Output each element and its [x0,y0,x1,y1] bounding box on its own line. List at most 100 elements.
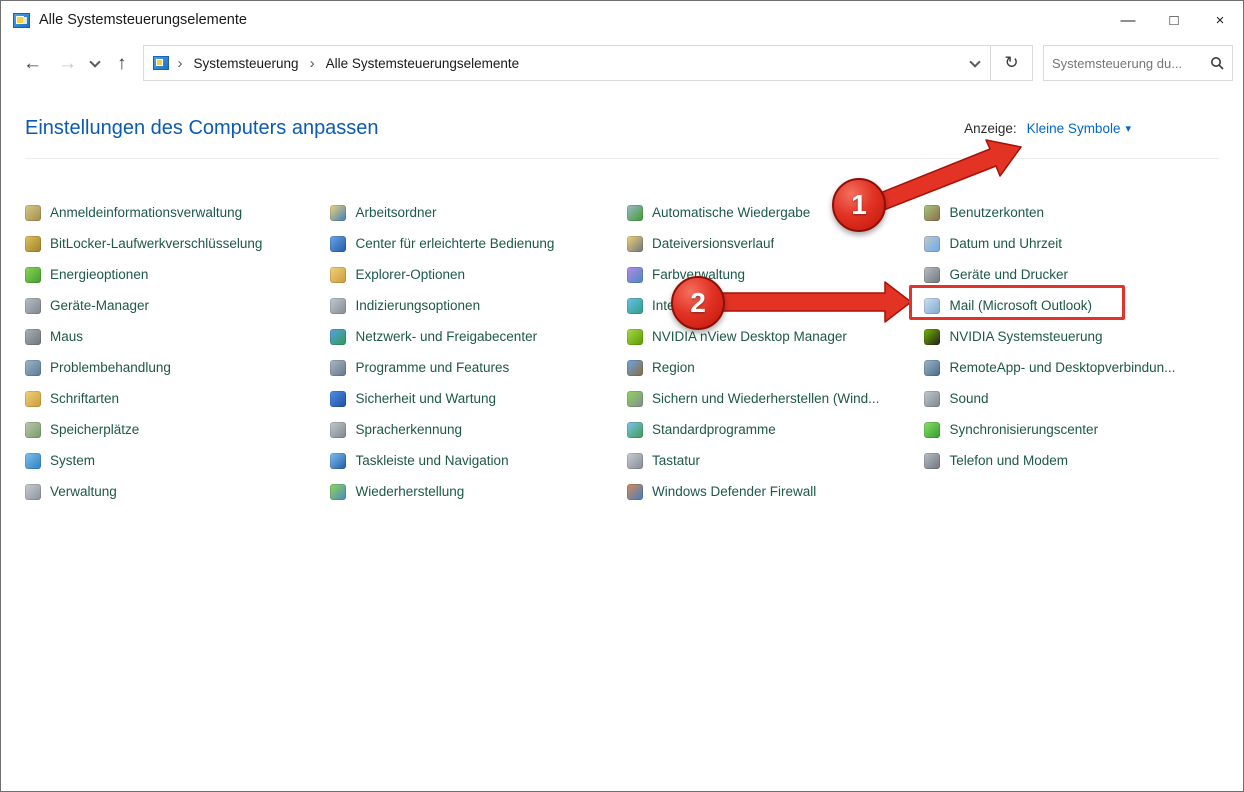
recent-pages-chevron-icon[interactable] [89,56,100,67]
cp-item-admin-tools[interactable]: Verwaltung [25,476,330,507]
cp-item-label: Speicherplätze [50,422,139,437]
cp-item-label: Explorer-Optionen [355,267,465,282]
cp-item-credential-manager[interactable]: Anmeldeinformationsverwaltung [25,197,330,228]
control-panel-icon [13,13,30,28]
control-panel-window: Alle Systemsteuerungselemente — □ × ← → … [0,0,1244,792]
close-button[interactable]: × [1197,1,1243,39]
view-by-label: Anzeige: [964,121,1017,136]
up-icon[interactable]: ↑ [109,54,135,73]
breadcrumb-control-panel-icon [153,56,169,70]
cp-item-taskbar-navigation[interactable]: Taskleiste und Navigation [330,445,627,476]
cp-item-nvidia-nview[interactable]: NVIDIA nView Desktop Manager [627,321,925,352]
address-dropdown-chevron-icon[interactable] [960,46,990,80]
cp-item-label: Sound [949,391,988,406]
cp-item-color-management[interactable]: Farbverwaltung [627,259,925,290]
network-sharing-icon [330,329,346,345]
cp-item-security-maintenance[interactable]: Sicherheit und Wartung [330,383,627,414]
breadcrumb-separator-icon: › [169,55,192,72]
cp-item-bitlocker[interactable]: BitLocker-Laufwerkverschlüsselung [25,228,330,259]
search-input[interactable] [1052,56,1210,71]
cp-item-label: Farbverwaltung [652,267,745,282]
maximize-button[interactable]: □ [1151,1,1197,39]
cp-item-speech-recognition[interactable]: Spracherkennung [330,414,627,445]
recovery-icon [330,484,346,500]
indexing-options-icon [330,298,346,314]
cp-item-device-manager[interactable]: Geräte-Manager [25,290,330,321]
device-manager-icon [25,298,41,314]
cp-item-devices-printers[interactable]: Geräte und Drucker [924,259,1219,290]
cp-item-file-history[interactable]: Dateiversionsverlauf [627,228,925,259]
cp-item-label: Taskleiste und Navigation [355,453,508,468]
cp-item-recovery[interactable]: Wiederherstellung [330,476,627,507]
cp-item-label: Geräte und Drucker [949,267,1068,282]
cp-item-backup-restore[interactable]: Sichern und Wiederherstellen (Wind... [627,383,925,414]
cp-item-work-folders[interactable]: Arbeitsordner [330,197,627,228]
window-title: Alle Systemsteuerungselemente [39,12,247,28]
cp-item-power-options[interactable]: Energieoptionen [25,259,330,290]
cp-item-region[interactable]: Region [627,352,925,383]
cp-item-label: Netzwerk- und Freigabecenter [355,329,537,344]
speech-recognition-icon [330,422,346,438]
cp-item-system[interactable]: System [25,445,330,476]
cp-item-explorer-options[interactable]: Explorer-Optionen [330,259,627,290]
sync-center-icon [924,422,940,438]
region-icon [627,360,643,376]
items-column-4: Benutzerkonten Datum und Uhrzeit Geräte un… [924,197,1219,507]
forward-icon[interactable]: → [50,54,85,73]
cp-item-fonts[interactable]: Schriftarten [25,383,330,414]
power-options-icon [25,267,41,283]
view-by-value[interactable]: Kleine Symbole [1027,121,1121,136]
breadcrumb-alle-systemsteuerungselemente[interactable]: Alle Systemsteuerungselemente [324,48,522,79]
user-accounts-icon [924,205,940,221]
cp-item-label: Automatische Wiedergabe [652,205,810,220]
minimize-button[interactable]: — [1105,1,1151,39]
cp-item-label: Tastatur [652,453,700,468]
breadcrumb-systemsteuerung[interactable]: Systemsteuerung [192,48,301,79]
address-bar[interactable]: › Systemsteuerung › Alle Systemsteuerung… [143,45,1034,81]
cp-item-label: Telefon und Modem [949,453,1068,468]
cp-item-user-accounts[interactable]: Benutzerkonten [924,197,1219,228]
cp-item-label: Programme und Features [355,360,509,375]
cp-item-keyboard[interactable]: Tastatur [627,445,925,476]
cp-item-ease-of-access[interactable]: Center für erleichterte Bedienung [330,228,627,259]
cp-item-internet-options[interactable]: Internetoptionen [627,290,925,321]
cp-item-label: Dateiversionsverlauf [652,236,774,251]
credential-manager-icon [25,205,41,221]
cp-item-phone-modem[interactable]: Telefon und Modem [924,445,1219,476]
cp-item-label: Sicherheit und Wartung [355,391,496,406]
cp-item-indexing-options[interactable]: Indizierungsoptionen [330,290,627,321]
cp-item-label: Datum und Uhrzeit [949,236,1062,251]
keyboard-icon [627,453,643,469]
view-by-dropdown-icon[interactable]: ▾ [1125,122,1131,135]
nvidia-nview-icon [627,329,643,345]
cp-item-label: Maus [50,329,83,344]
cp-item-label: Synchronisierungscenter [949,422,1098,437]
cp-item-nvidia-control-panel[interactable]: NVIDIA Systemsteuerung [924,321,1219,352]
cp-item-label: Verwaltung [50,484,117,499]
taskbar-navigation-icon [330,453,346,469]
ease-of-access-icon [330,236,346,252]
cp-item-programs-features[interactable]: Programme und Features [330,352,627,383]
cp-item-remoteapp[interactable]: RemoteApp- und Desktopverbindun... [924,352,1219,383]
cp-item-firewall[interactable]: Windows Defender Firewall [627,476,925,507]
cp-item-troubleshooting[interactable]: Problembehandlung [25,352,330,383]
cp-item-label: Windows Defender Firewall [652,484,816,499]
refresh-icon[interactable]: ↻ [990,46,1032,80]
cp-item-label: RemoteApp- und Desktopverbindun... [949,360,1175,375]
cp-item-autoplay[interactable]: Automatische Wiedergabe [627,197,925,228]
cp-item-default-programs[interactable]: Standardprogramme [627,414,925,445]
cp-item-sound[interactable]: Sound [924,383,1219,414]
cp-item-mouse[interactable]: Maus [25,321,330,352]
cp-item-sync-center[interactable]: Synchronisierungscenter [924,414,1219,445]
cp-item-date-time[interactable]: Datum und Uhrzeit [924,228,1219,259]
troubleshooting-icon [25,360,41,376]
back-icon[interactable]: ← [15,54,50,73]
cp-item-label: Center für erleichterte Bedienung [355,236,554,251]
cp-item-storage-spaces[interactable]: Speicherplätze [25,414,330,445]
cp-item-label: Arbeitsordner [355,205,436,220]
search-box[interactable] [1043,45,1233,81]
programs-features-icon [330,360,346,376]
cp-item-network-sharing[interactable]: Netzwerk- und Freigabecenter [330,321,627,352]
explorer-options-icon [330,267,346,283]
cp-item-mail[interactable]: Mail (Microsoft Outlook) [924,290,1219,321]
